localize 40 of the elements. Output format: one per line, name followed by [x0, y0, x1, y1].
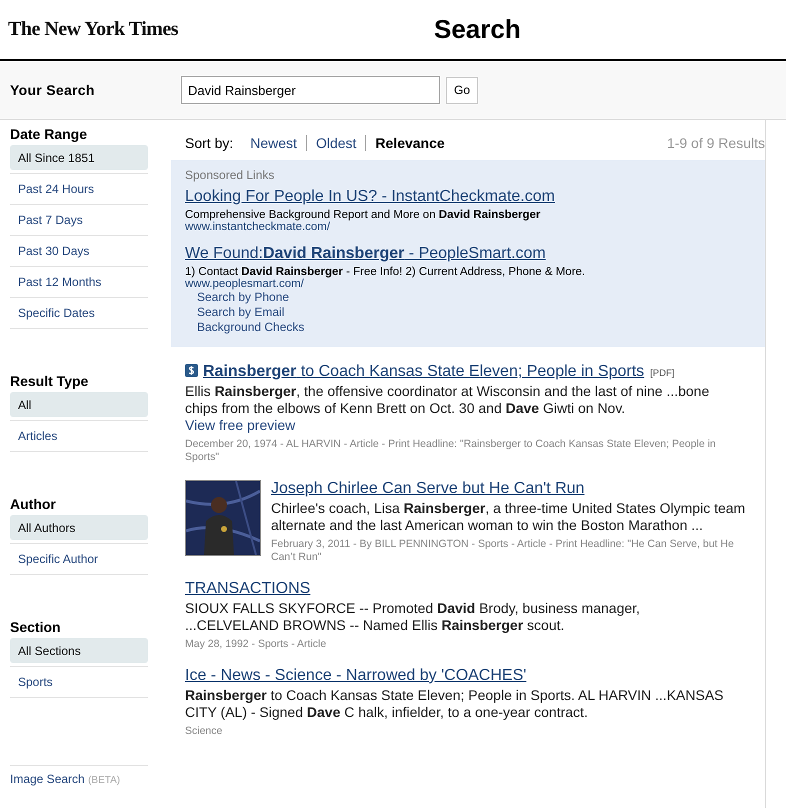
ad-sublink[interactable]: Background Checks — [197, 320, 751, 335]
preview-link[interactable]: View free preview — [185, 417, 296, 433]
result-snippet: Chirlee's coach, Lisa Rainsberger, a three-time United States Olympic team alternate and the last American woman to win the Boston Marathon ... — [271, 500, 746, 534]
ad-title-link[interactable]: Looking For People In US? - InstantCheckmate.com — [185, 188, 751, 206]
ad-title-link[interactable]: We Found:David Rainsberger - PeopleSmart.com — [185, 245, 751, 263]
result-count: 1-9 of 9 Results — [666, 135, 765, 151]
page-title: Search — [434, 14, 521, 45]
result-title-link[interactable]: Rainsberger to Coach Kansas State Eleven; People in Sports — [203, 363, 644, 380]
dollar-icon — [185, 364, 198, 377]
sort-option[interactable]: Oldest — [306, 135, 366, 151]
ad-sublink[interactable]: Search by Phone — [197, 290, 751, 305]
result-meta: Science — [185, 725, 224, 738]
search-field[interactable]: David Rainsberger — [181, 76, 440, 104]
filter-heading: Result Type — [10, 373, 90, 389]
ad-sublink[interactable]: Search by Email — [197, 305, 751, 320]
result-title-link[interactable]: Ice - News - Science - Narrowed by 'COACHES' — [185, 667, 526, 684]
newspaper-logo[interactable]: The New York Times — [8, 18, 178, 41]
result-snippet: Rainsberger to Coach Kansas State Eleven; People in Sports. AL HARVIN ...KANSAS CITY (AL) - Signed Dave C halk, infielder, to a one-year contract. — [185, 687, 725, 721]
result-meta: December 20, 1974 - AL HARVIN - Article - Print Headline: "Rainsberger to Coach Kansas State Eleven; People in Sports" — [185, 438, 717, 464]
ad-description: 1) Contact David Rainsberger - Free Info! 2) Current Address, Phone & More. — [185, 266, 586, 278]
filter-heading: Date Range — [10, 126, 88, 142]
filter-heading: Author — [10, 496, 57, 512]
search-label: Your Search — [10, 82, 96, 98]
ad-url: www.instantcheckmate.com/ — [185, 221, 332, 233]
ad-description: Comprehensive Background Report and More on David Rainsberger — [185, 209, 542, 221]
sponsored-heading: Sponsored Links — [185, 168, 276, 182]
pdf-tag: [PDF] — [650, 368, 674, 379]
result-snippet: Ellis Rainsberger, the offensive coordinator at Wisconsin and the last of nine ...bone chips from the elbows of Kenn Brett on Oct. 30 and Dave Giwti on Nov. View free preview — [185, 383, 710, 434]
ad-url: www.peoplesmart.com/ — [185, 278, 305, 290]
image-search-link[interactable]: Image Search (BETA) — [10, 765, 148, 786]
result-title-link[interactable]: Joseph Chirlee Can Serve but He Can't Run — [271, 480, 584, 497]
sort-option[interactable]: Newest — [241, 135, 306, 151]
sort-option[interactable]: Relevance — [365, 135, 454, 151]
result-meta: May 28, 1992 - Sports - Article — [185, 638, 328, 651]
result-meta: February 3, 2011 - By BILL PENNINGTON - Sports - Article - Print Headline: "He Can Serve, but He Can’t Run" — [271, 538, 735, 564]
result-title-link[interactable]: TRANSACTIONS — [185, 580, 310, 597]
go-button[interactable]: Go — [446, 76, 478, 104]
sort-label: Sort by: — [185, 135, 234, 151]
filter-heading: Section — [10, 619, 62, 635]
result-snippet: SIOUX FALLS SKYFORCE -- Promoted David Brody, business manager, ...CELVELAND BROWNS -- Named Ellis Rainsberger scout. — [185, 600, 641, 634]
